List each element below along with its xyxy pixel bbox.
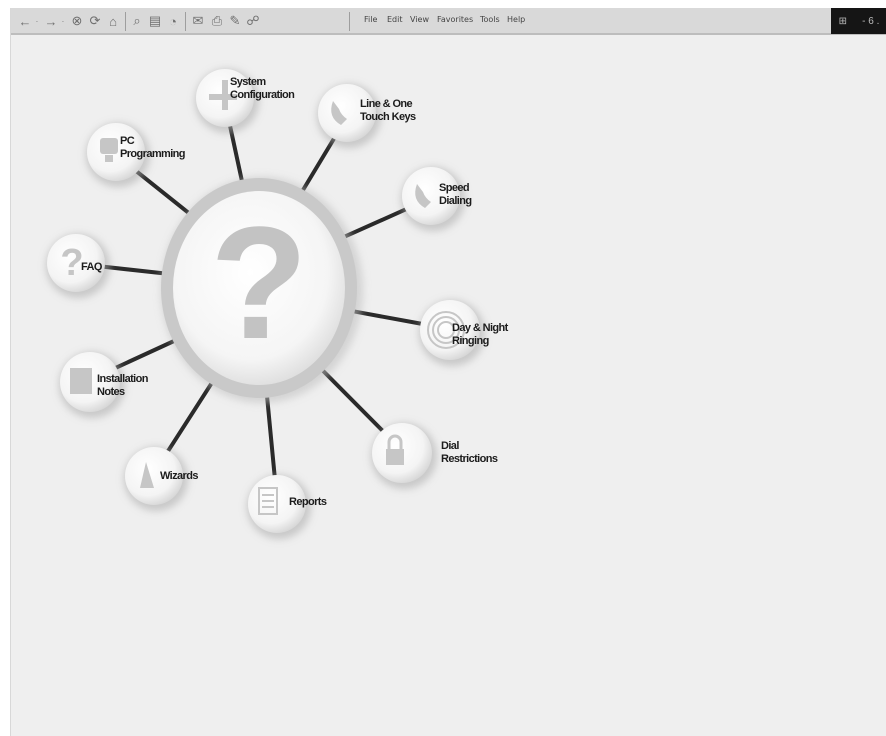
hub-node-pc-programming[interactable]: PC Programming	[86, 123, 186, 187]
node-label-line: System	[230, 76, 266, 88]
node-label-line-one-touch-keys: Line & One Touch Keys	[360, 98, 416, 123]
node-label-faq: FAQ	[81, 261, 103, 273]
spoke-day-night-ringing	[350, 309, 425, 326]
spoke-wizards	[165, 380, 215, 455]
hub-node-speed-dialing[interactable]: Speed Dialing	[401, 167, 472, 231]
hub-node-system-configuration[interactable]: System Configuration	[195, 69, 296, 133]
node-label-line: Day & Night	[452, 322, 509, 334]
node-label-installation-notes: Installation Notes	[97, 373, 149, 398]
node-label-day-night-ringing: Day & Night Ringing	[452, 322, 509, 347]
spoke-faq	[100, 264, 166, 276]
node-label-line: Reports	[289, 496, 327, 508]
node-label-system-configuration: System Configuration	[230, 76, 295, 101]
spoke-reports	[264, 393, 277, 480]
hub-node-line-one-touch-keys[interactable]: Line & One Touch Keys	[317, 84, 417, 148]
node-label-line: Line & One	[360, 98, 413, 110]
hub-node-day-night-ringing[interactable]: Day & Night Ringing	[419, 300, 509, 366]
node-label-line: Restrictions	[441, 453, 498, 465]
hub-node-wizards[interactable]: Wizards	[124, 447, 199, 511]
node-label-speed-dialing: Speed Dialing	[439, 182, 471, 207]
node-label-line: Notes	[97, 386, 125, 398]
hub-node-dial-restrictions[interactable]: Dial Restrictions	[371, 423, 498, 489]
node-label-line: FAQ	[81, 261, 103, 273]
spoke-pc-programming	[133, 168, 192, 216]
hub-node-faq[interactable]: ?FAQ	[46, 234, 110, 298]
spoke-installation-notes	[112, 338, 178, 371]
help-hub-center[interactable]: ?	[161, 177, 363, 403]
node-label-wizards: Wizards	[160, 470, 198, 482]
browser-window: ← · → · ⊗ ⟳ ⌂ ⌕ ▤ ◔ ✉ ⎙ ✎ ☍ File Edit Vi…	[10, 8, 886, 736]
hub-node-reports[interactable]: Reports	[247, 475, 327, 539]
node-label-line: PC	[120, 135, 135, 147]
spoke-dial-restrictions	[319, 367, 386, 434]
node-label-line: Installation	[97, 373, 149, 385]
node-label-line: Configuration	[230, 89, 295, 101]
node-label-line: Wizards	[160, 470, 198, 482]
node-label-line: Dialing	[439, 195, 471, 207]
hub-node-installation-notes[interactable]: Installation Notes	[59, 352, 149, 418]
node-label-line: Programming	[120, 148, 185, 160]
spoke-speed-dialing	[341, 206, 410, 240]
node-label-line: Speed	[439, 182, 469, 194]
node-label-dial-restrictions: Dial Restrictions	[441, 440, 498, 465]
notepad-icon	[70, 368, 92, 394]
help-hub-diagram: ? System Configuration Line & One Touch Key…	[46, 69, 509, 539]
node-label-line: Touch Keys	[360, 111, 416, 123]
node-label-line: Ringing	[452, 335, 489, 347]
node-label-reports: Reports	[289, 496, 327, 508]
node-label-line: Dial	[441, 440, 459, 452]
spoke-line-one-touch-keys	[300, 135, 337, 194]
question-mark-icon: ?	[210, 193, 308, 372]
node-label-pc-programming: PC Programming	[120, 135, 185, 160]
spoke-system-configuration	[227, 122, 245, 184]
